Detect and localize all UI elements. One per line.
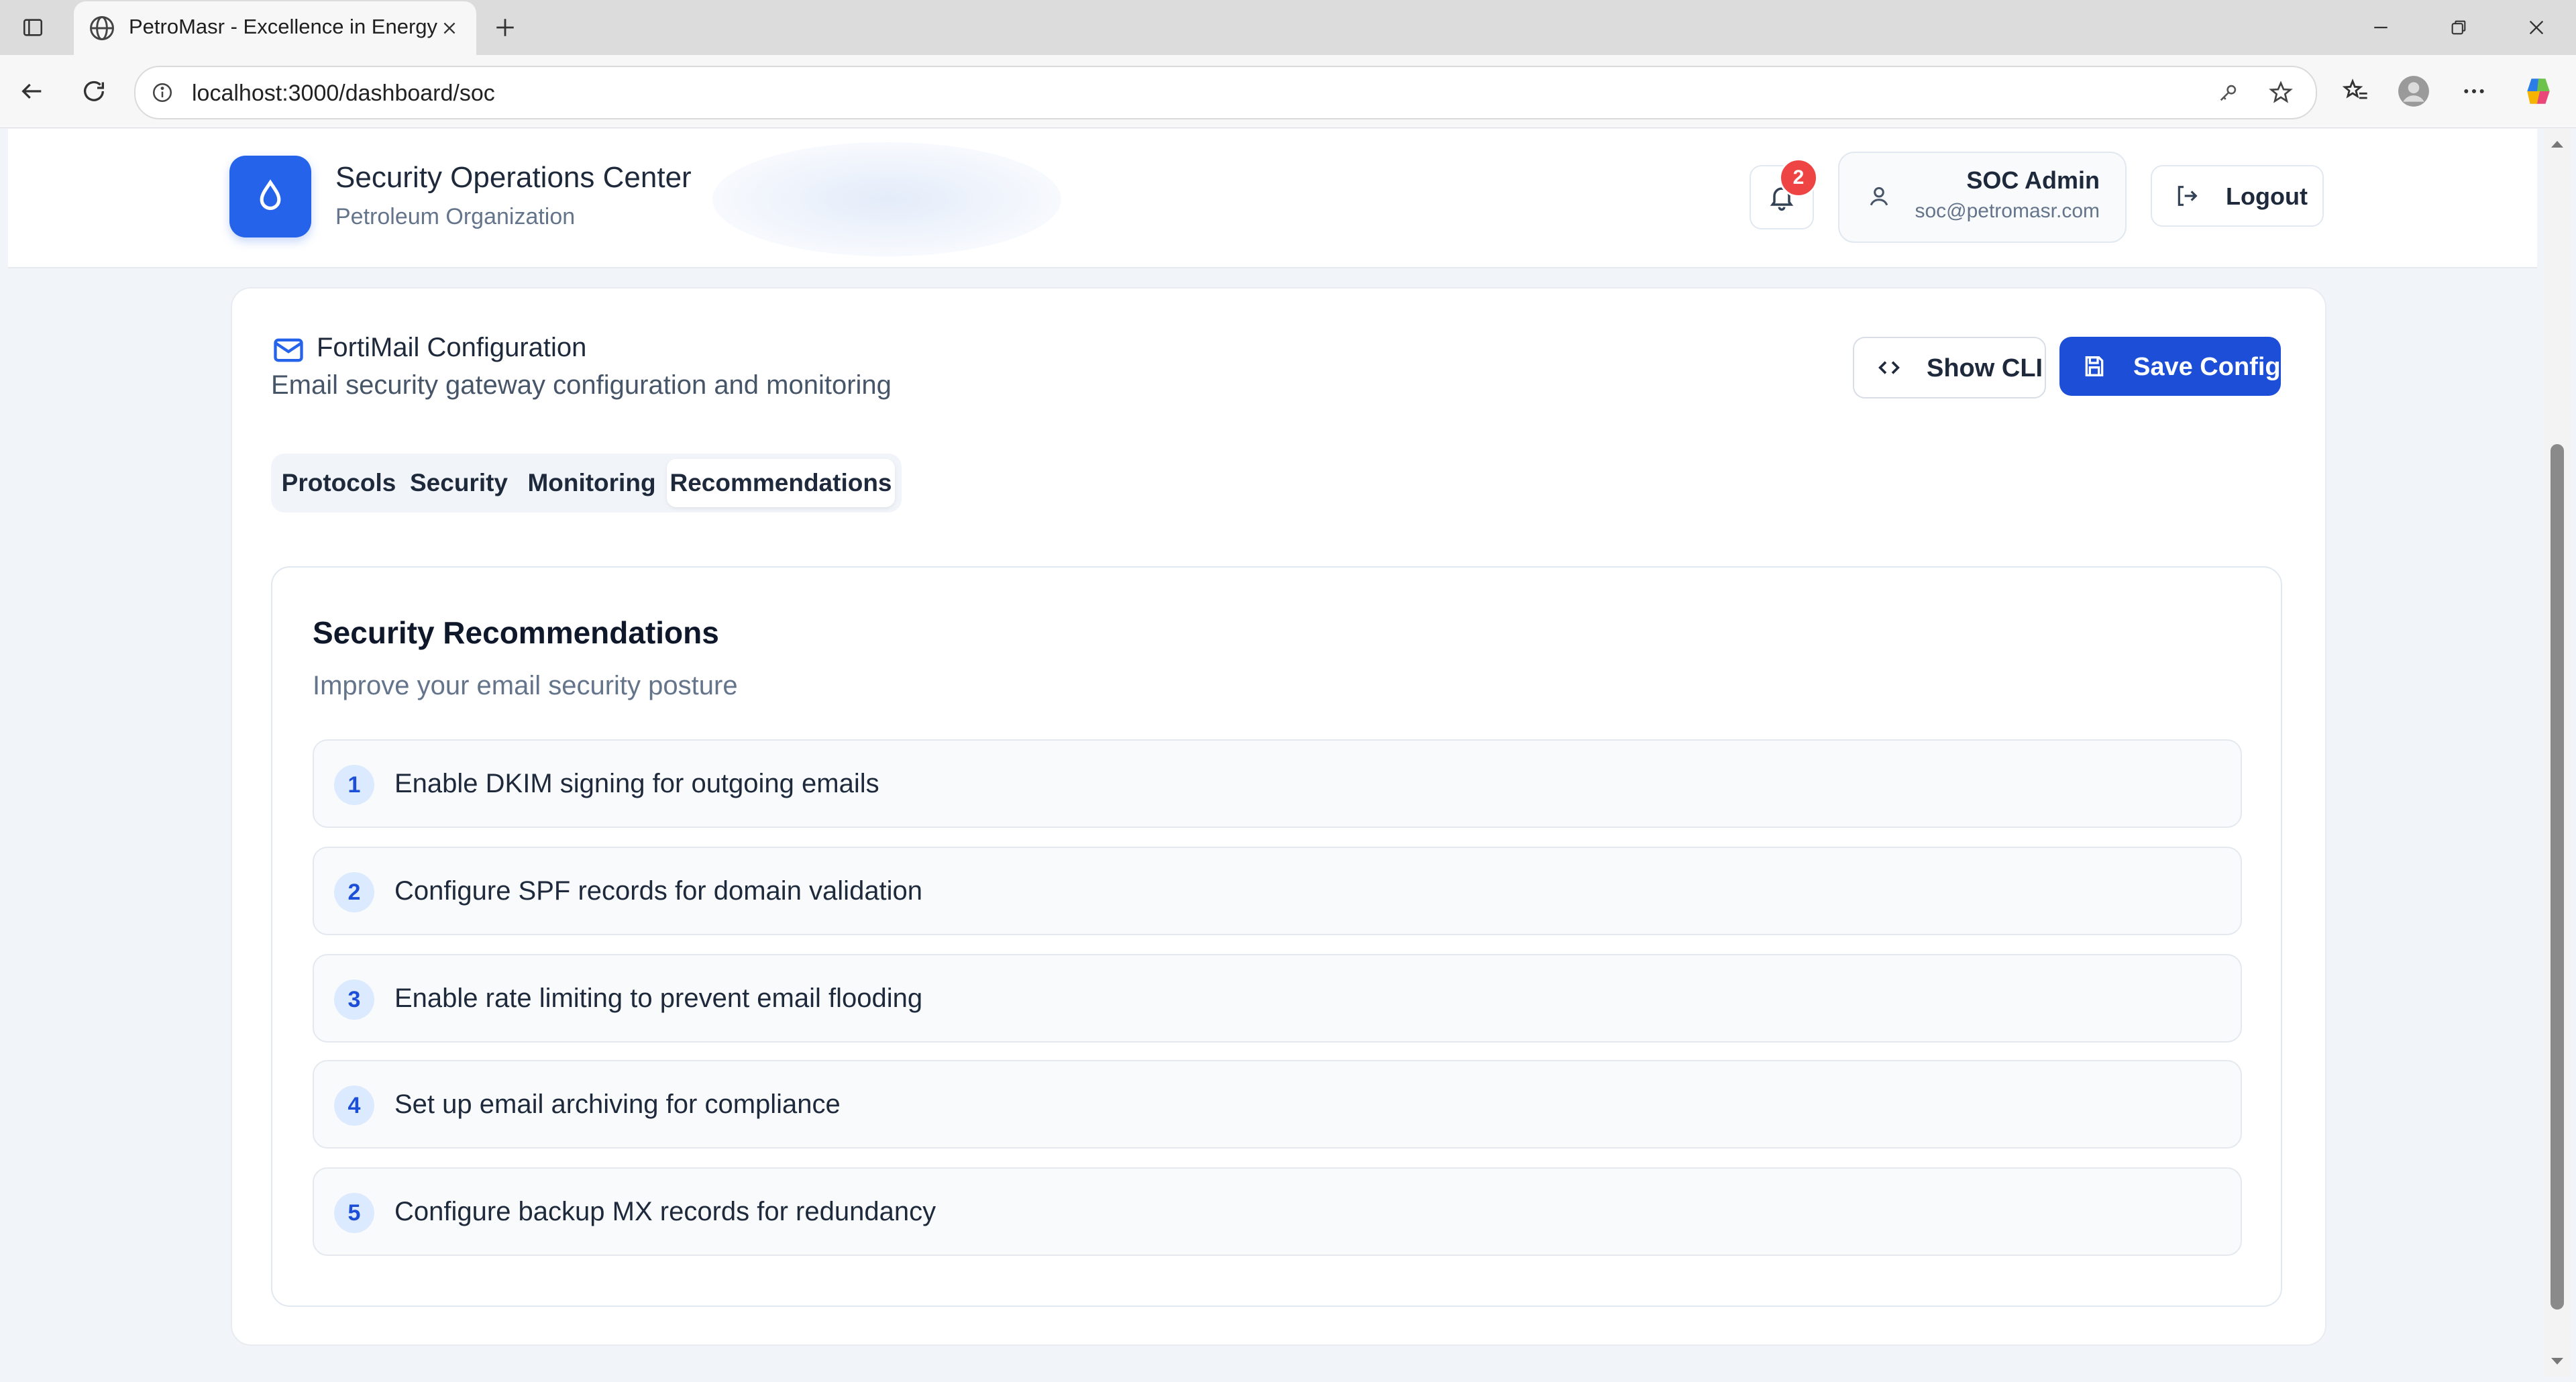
recommendation-item: 1 Enable DKIM signing for outgoing email… <box>313 739 2242 828</box>
logout-label: Logout <box>2226 182 2308 210</box>
browser-tab[interactable]: PetroMasr - Excellence in Energy <box>74 1 476 55</box>
recommendation-item: 3 Enable rate limiting to prevent email … <box>313 954 2242 1043</box>
save-icon <box>2080 352 2109 381</box>
recommendations-title: Security Recommendations <box>313 615 719 650</box>
show-cli-label: Show CLI <box>1927 354 2043 382</box>
header-glow <box>712 142 1061 256</box>
save-config-label: Save Config <box>2133 353 2281 381</box>
url-text[interactable]: localhost:3000/dashboard/soc <box>192 81 495 107</box>
reload-icon[interactable] <box>75 72 113 110</box>
app-subtitle: Petroleum Organization <box>335 204 576 229</box>
config-title: FortiMail Configuration <box>317 333 587 362</box>
mail-icon <box>271 333 306 368</box>
notification-badge: 2 <box>1779 158 1818 197</box>
recommendations-subtitle: Improve your email security posture <box>313 671 738 700</box>
user-profile[interactable]: SOC Admin soc@petromasr.com <box>1838 152 2127 243</box>
sidebar-toggle-icon[interactable] <box>19 13 47 42</box>
recommendation-text: Set up email archiving for compliance <box>394 1089 841 1119</box>
restore-icon[interactable] <box>2442 12 2475 43</box>
recommendation-number: 2 <box>334 872 374 912</box>
recommendation-number: 4 <box>334 1085 374 1126</box>
browser-tabstrip: PetroMasr - Excellence in Energy <box>0 0 2576 55</box>
app-title: Security Operations Center <box>335 161 692 194</box>
recommendation-text: Enable rate limiting to prevent email fl… <box>394 984 923 1013</box>
favorite-star-icon[interactable] <box>2266 78 2296 107</box>
code-icon <box>1874 353 1904 382</box>
browser-toolbar: localhost:3000/dashboard/soc <box>0 55 2576 128</box>
more-options-icon[interactable] <box>2455 72 2493 110</box>
key-icon[interactable] <box>2214 78 2243 107</box>
tab-title: PetroMasr - Excellence in Energy <box>129 15 438 38</box>
minimize-icon[interactable] <box>2364 12 2398 43</box>
recommendation-text: Configure backup MX records for redundan… <box>394 1197 936 1226</box>
recommendations-panel: Security Recommendations Improve your em… <box>271 566 2282 1307</box>
recommendation-item: 5 Configure backup MX records for redund… <box>313 1167 2242 1256</box>
favorites-list-icon[interactable] <box>2337 72 2375 110</box>
copilot-icon[interactable] <box>2520 72 2557 110</box>
info-icon[interactable] <box>148 78 177 107</box>
tab-monitoring[interactable]: Monitoring <box>517 459 667 507</box>
page-viewport: Security Operations Center Petroleum Org… <box>8 129 2537 1377</box>
droplet-logo-icon <box>229 156 311 237</box>
user-icon <box>1864 181 1894 212</box>
fortimail-config-card: FortiMail Configuration Email security g… <box>231 287 2326 1346</box>
app-header: Security Operations Center Petroleum Org… <box>8 129 2537 268</box>
recommendation-text: Configure SPF records for domain validat… <box>394 876 923 906</box>
scroll-up-arrow-icon[interactable] <box>2544 134 2571 154</box>
globe-icon <box>87 13 117 43</box>
save-config-button[interactable]: Save Config <box>2059 337 2281 396</box>
address-bar[interactable]: localhost:3000/dashboard/soc <box>134 66 2317 119</box>
recommendation-item: 2 Configure SPF records for domain valid… <box>313 847 2242 935</box>
scroll-down-arrow-icon[interactable] <box>2544 1351 2571 1371</box>
scrollbar-thumb[interactable] <box>2551 444 2564 1310</box>
recommendation-number: 5 <box>334 1193 374 1233</box>
show-cli-button[interactable]: Show CLI <box>1853 337 2046 398</box>
page-scrollbar[interactable] <box>2544 129 2571 1377</box>
close-icon[interactable] <box>436 15 463 42</box>
tab-security[interactable]: Security <box>401 459 517 507</box>
config-description: Email security gateway configuration and… <box>271 370 892 400</box>
recommendation-text: Enable DKIM signing for outgoing emails <box>394 769 879 798</box>
recommendation-number: 3 <box>334 979 374 1020</box>
profile-avatar-icon[interactable] <box>2395 72 2432 110</box>
tab-recommendations[interactable]: Recommendations <box>667 459 895 507</box>
config-tabs: Protocols Security Monitoring Recommenda… <box>271 454 902 513</box>
recommendation-item: 4 Set up email archiving for compliance <box>313 1060 2242 1149</box>
user-email: soc@petromasr.com <box>1915 200 2100 222</box>
logout-icon <box>2172 181 2202 211</box>
recommendation-number: 1 <box>334 765 374 805</box>
back-arrow-icon[interactable] <box>13 72 51 110</box>
new-tab-icon[interactable] <box>490 12 521 43</box>
window-close-icon[interactable] <box>2520 12 2553 43</box>
tab-protocols[interactable]: Protocols <box>276 459 401 507</box>
logout-button[interactable]: Logout <box>2151 165 2324 227</box>
user-name: SOC Admin <box>1966 166 2100 194</box>
